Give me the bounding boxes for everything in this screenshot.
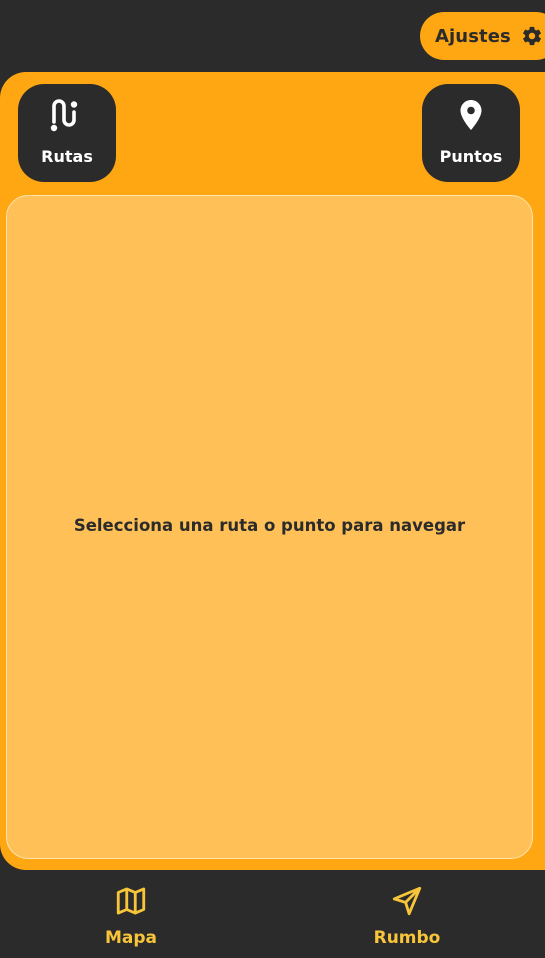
route-icon [48, 96, 86, 134]
nav-rumbo[interactable]: Rumbo [337, 884, 477, 948]
bottom-navigation: Mapa Rumbo [0, 870, 545, 958]
gear-icon [521, 25, 543, 47]
nav-rumbo-label: Rumbo [373, 928, 441, 948]
settings-button[interactable]: Ajustes [420, 12, 545, 60]
empty-state-message: Selecciona una ruta o punto para navegar [73, 515, 466, 535]
top-bar: Ajustes [0, 0, 545, 72]
map-pin-icon [452, 96, 490, 134]
map-icon [114, 884, 148, 918]
rutas-button[interactable]: Rutas [18, 84, 116, 182]
main-panel: Rutas Puntos Selecciona una ruta o punto… [0, 72, 545, 870]
rutas-label: Rutas [41, 147, 93, 166]
settings-label: Ajustes [435, 25, 511, 47]
navigation-arrow-icon [390, 884, 424, 918]
nav-mapa-label: Mapa [104, 928, 158, 948]
app-root: Ajustes Rutas Puntos Selecciona una ruta… [0, 0, 545, 958]
puntos-button[interactable]: Puntos [422, 84, 520, 182]
puntos-label: Puntos [439, 147, 503, 166]
nav-mapa[interactable]: Mapa [61, 884, 201, 948]
navigation-content-area: Selecciona una ruta o punto para navegar [6, 195, 533, 859]
